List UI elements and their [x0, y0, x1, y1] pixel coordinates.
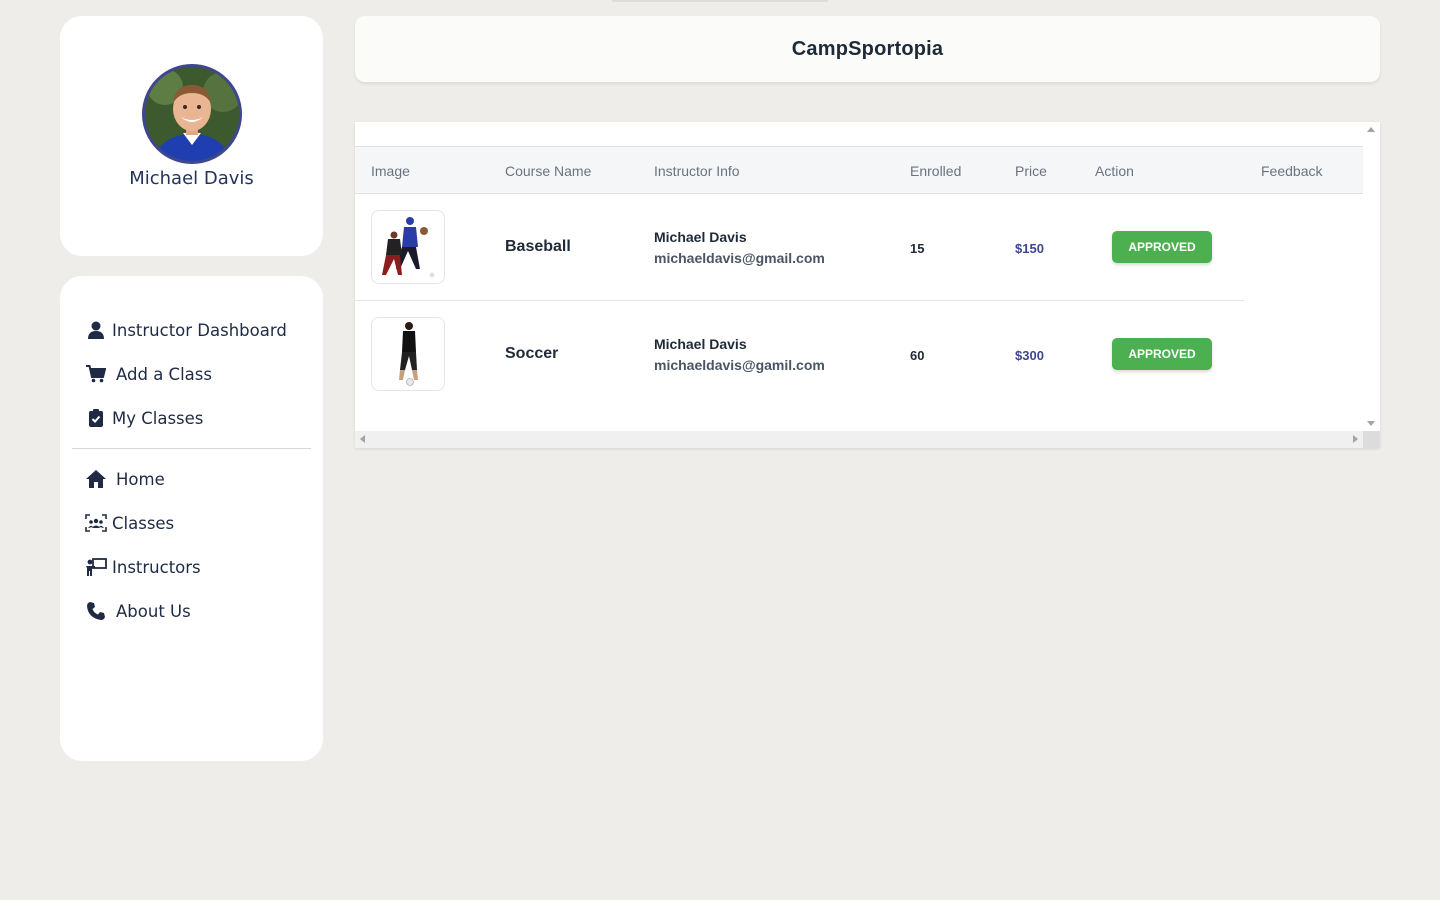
- profile-name: Michael Davis: [129, 168, 254, 189]
- course-image[interactable]: [371, 317, 445, 391]
- table-viewport: Image Course Name Instructor Info Enroll…: [355, 122, 1363, 431]
- table-row: Baseball Michael Davis michaeldavis@gmai…: [355, 194, 1363, 301]
- cart-icon: [84, 364, 108, 384]
- header-bar: CampSportopia: [355, 16, 1380, 82]
- scroll-down-arrow-icon[interactable]: [1367, 421, 1375, 426]
- classes-table: Image Course Name Instructor Info Enroll…: [355, 122, 1380, 448]
- home-icon: [84, 469, 108, 489]
- approved-status-button[interactable]: APPROVED: [1112, 231, 1212, 263]
- sidebar-item-label: Home: [116, 469, 165, 489]
- instructor-email: michaeldavis@gamil.com: [654, 357, 825, 373]
- sidebar-item-my-classes[interactable]: My Classes: [72, 396, 311, 440]
- top-decoration: [612, 0, 828, 2]
- column-header-price: Price: [1015, 163, 1047, 179]
- table-header: Image Course Name Instructor Info Enroll…: [355, 146, 1363, 194]
- vertical-scrollbar[interactable]: [1363, 122, 1380, 431]
- scroll-left-arrow-icon[interactable]: [360, 435, 365, 443]
- sidebar-item-instructor-dashboard[interactable]: Instructor Dashboard: [72, 308, 311, 352]
- sidebar-item-label: Instructors: [112, 557, 201, 577]
- sidebar-item-label: Instructor Dashboard: [112, 320, 287, 340]
- group-icon: [84, 513, 108, 533]
- column-header-enrolled: Enrolled: [910, 163, 962, 179]
- course-price: $300: [1015, 348, 1044, 363]
- column-header-action: Action: [1095, 163, 1134, 179]
- scrollbar-corner: [1363, 431, 1380, 448]
- column-header-instructor-info: Instructor Info: [654, 163, 740, 179]
- nav-divider: [72, 448, 311, 449]
- sidebar: Michael Davis Instructor Dashboard Add a…: [60, 16, 323, 761]
- site-title: CampSportopia: [791, 37, 944, 60]
- clipboard-check-icon: [84, 408, 108, 428]
- instructor-email: michaeldavis@gmail.com: [654, 250, 825, 266]
- table-row: Soccer Michael Davis michaeldavis@gamil.…: [355, 301, 1363, 408]
- profile-card: Michael Davis: [60, 16, 323, 256]
- scroll-up-arrow-icon[interactable]: [1367, 127, 1375, 132]
- enrolled-count: 15: [910, 241, 925, 256]
- user-icon: [84, 320, 108, 340]
- sidebar-item-label: Classes: [112, 513, 175, 533]
- approved-status-button[interactable]: APPROVED: [1112, 338, 1212, 370]
- column-header-image: Image: [371, 163, 410, 179]
- course-name: Baseball: [505, 238, 571, 255]
- scroll-right-arrow-icon[interactable]: [1353, 435, 1358, 443]
- sidebar-item-add-a-class[interactable]: Add a Class: [72, 352, 311, 396]
- sidebar-item-label: About Us: [116, 601, 191, 621]
- phone-icon: [84, 601, 108, 621]
- instructor-name: Michael Davis: [654, 229, 747, 245]
- sidebar-item-classes[interactable]: Classes: [72, 501, 311, 545]
- sidebar-nav: Instructor Dashboard Add a Class My Clas…: [60, 276, 323, 761]
- sidebar-item-instructors[interactable]: Instructors: [72, 545, 311, 589]
- horizontal-scrollbar[interactable]: [355, 431, 1363, 448]
- sidebar-item-home[interactable]: Home: [72, 457, 311, 501]
- column-header-course-name: Course Name: [505, 163, 592, 179]
- sidebar-item-label: Add a Class: [116, 364, 212, 384]
- column-header-feedback: Feedback: [1261, 163, 1323, 179]
- horizontal-scroll-thumb[interactable]: [369, 434, 1349, 445]
- chalkboard-teacher-icon: [84, 557, 108, 577]
- instructor-name: Michael Davis: [654, 336, 747, 352]
- course-price: $150: [1015, 241, 1044, 256]
- course-name: Soccer: [505, 345, 559, 362]
- avatar[interactable]: [141, 64, 242, 164]
- course-image[interactable]: [371, 210, 445, 284]
- enrolled-count: 60: [910, 348, 925, 363]
- sidebar-item-about-us[interactable]: About Us: [72, 589, 311, 633]
- sidebar-item-label: My Classes: [112, 408, 204, 428]
